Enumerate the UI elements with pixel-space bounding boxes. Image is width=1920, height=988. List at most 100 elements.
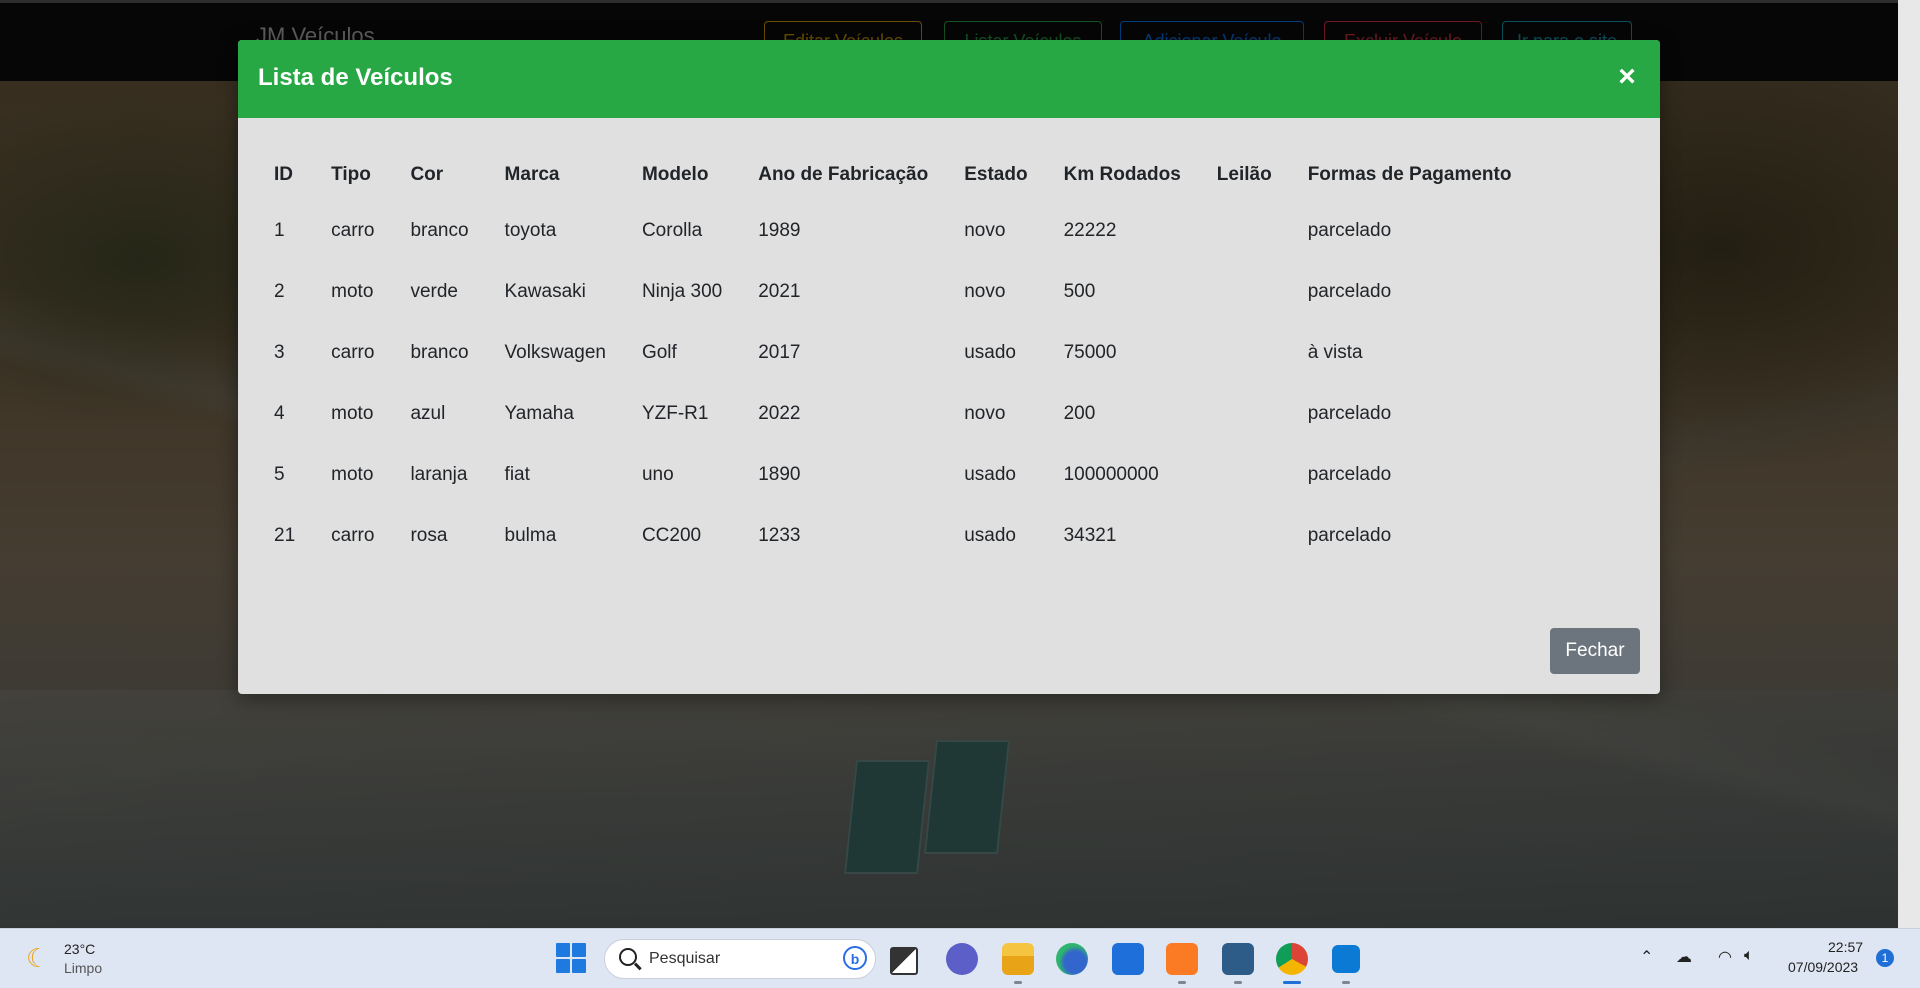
column-header-leilao: Leilão: [1216, 164, 1272, 185]
fechar-button[interactable]: Fechar: [1550, 628, 1640, 674]
column-header-tipo: Tipo: [331, 164, 371, 185]
cell-leilao: [1199, 383, 1290, 444]
vehicle-list-modal: Lista de Veículos × ID Tipo Cor Marca Mo…: [238, 40, 1660, 694]
cell-km: 22222: [1063, 219, 1117, 241]
cell-marca: Yamaha: [504, 402, 574, 424]
cell-modelo: Ninja 300: [641, 280, 723, 302]
edge-icon[interactable]: [1056, 943, 1088, 975]
cell-cor: branco: [410, 219, 469, 241]
cell-pagamento: parcelado: [1307, 402, 1392, 424]
clock-time[interactable]: 22:57: [1828, 939, 1863, 955]
cell-modelo: Corolla: [641, 219, 703, 241]
file-explorer-icon[interactable]: [1002, 943, 1034, 975]
cell-pagamento: parcelado: [1307, 463, 1392, 485]
chevron-up-icon[interactable]: ⌃: [1640, 947, 1653, 967]
cell-marca: Volkswagen: [504, 341, 606, 363]
cell-pagamento: parcelado: [1307, 219, 1392, 241]
column-header-ano: Ano de Fabricação: [758, 164, 929, 185]
column-header-modelo: Modelo: [641, 164, 709, 185]
xampp-icon[interactable]: [1166, 943, 1198, 975]
cell-tipo: carro: [331, 219, 375, 241]
mysql-workbench-icon[interactable]: [1222, 943, 1254, 975]
table-row: 3 carro branco Volkswagen Golf 2017 usad…: [254, 322, 1529, 383]
modal-title: Lista de Veículos: [258, 64, 453, 91]
cell-id: 1: [274, 219, 285, 241]
cell-modelo: YZF-R1: [641, 402, 709, 424]
task-view-icon[interactable]: [890, 947, 918, 975]
cell-tipo: moto: [331, 463, 374, 485]
cell-estado: novo: [964, 280, 1006, 302]
teams-icon[interactable]: [946, 943, 978, 975]
cell-pagamento: parcelado: [1307, 280, 1392, 302]
cell-leilao: [1199, 322, 1290, 383]
cell-id: 3: [274, 341, 285, 363]
cell-marca: fiat: [504, 463, 530, 485]
table-row: 4 moto azul Yamaha YZF-R1 2022 novo 200 …: [254, 383, 1529, 444]
onedrive-icon[interactable]: ☁: [1676, 947, 1692, 967]
cell-id: 21: [274, 524, 296, 546]
cell-leilao: [1199, 505, 1290, 566]
weather-condition: Limpo: [64, 960, 103, 976]
cell-modelo: uno: [641, 463, 674, 485]
cell-estado: usado: [964, 463, 1017, 485]
cell-estado: novo: [964, 402, 1006, 424]
cell-leilao: [1199, 261, 1290, 322]
column-header-km: Km Rodados: [1063, 164, 1181, 185]
cell-marca: Kawasaki: [504, 280, 586, 302]
cell-id: 5: [274, 463, 285, 485]
cell-pagamento: à vista: [1307, 341, 1363, 363]
table-row: 5 moto laranja fiat uno 1890 usado 10000…: [254, 444, 1529, 505]
cell-leilao: [1199, 444, 1290, 505]
search-placeholder: Pesquisar: [649, 950, 721, 967]
cell-cor: verde: [410, 280, 458, 302]
cell-pagamento: parcelado: [1307, 524, 1392, 546]
table-row: 1 carro branco toyota Corolla 1989 novo …: [254, 200, 1529, 261]
cell-km: 500: [1063, 280, 1096, 302]
cell-estado: usado: [964, 341, 1017, 363]
weather-temperature: 23°C: [64, 941, 96, 957]
page-scrollbar[interactable]: [1898, 0, 1920, 928]
moon-icon: ☾: [26, 943, 50, 973]
column-header-id: ID: [274, 164, 293, 185]
cell-ano: 2021: [758, 280, 801, 302]
store-icon[interactable]: [1112, 943, 1144, 975]
cell-modelo: Golf: [641, 341, 677, 363]
cell-marca: toyota: [504, 219, 557, 241]
cell-ano: 1890: [758, 463, 801, 485]
close-icon[interactable]: ×: [1612, 60, 1642, 94]
clock-date[interactable]: 07/09/2023: [1788, 959, 1858, 975]
cell-tipo: moto: [331, 280, 374, 302]
cell-estado: novo: [964, 219, 1006, 241]
cell-estado: usado: [964, 524, 1017, 546]
cell-cor: branco: [410, 341, 469, 363]
cell-cor: laranja: [410, 463, 468, 485]
cell-id: 2: [274, 280, 285, 302]
chrome-icon[interactable]: [1276, 943, 1308, 975]
cell-ano: 2022: [758, 402, 801, 424]
bing-icon[interactable]: b: [843, 946, 867, 970]
active-app-indicator: [1283, 981, 1301, 984]
table-row: 21 carro rosa bulma CC200 1233 usado 343…: [254, 505, 1529, 566]
taskbar-search-input[interactable]: Pesquisar b: [604, 939, 876, 979]
windows-taskbar: ☾ 23°C Limpo Pesquisar b ⌃ ☁ ◠ 🔈︎ 22:57 …: [0, 928, 1920, 988]
cell-tipo: moto: [331, 402, 374, 424]
wifi-icon[interactable]: ◠: [1718, 947, 1732, 967]
table-row: 2 moto verde Kawasaki Ninja 300 2021 nov…: [254, 261, 1529, 322]
column-header-estado: Estado: [964, 164, 1028, 185]
notification-badge[interactable]: 1: [1876, 949, 1894, 967]
windows-start-icon[interactable]: [556, 943, 586, 973]
running-indicator: [1014, 981, 1022, 984]
modal-header: Lista de Veículos ×: [238, 40, 1660, 118]
cell-modelo: CC200: [641, 524, 702, 546]
running-indicator: [1342, 981, 1350, 984]
vscode-icon[interactable]: [1332, 945, 1360, 973]
cell-ano: 1989: [758, 219, 801, 241]
cell-cor: azul: [410, 402, 446, 424]
running-indicator: [1234, 981, 1242, 984]
vehicle-table: ID Tipo Cor Marca Modelo Ano de Fabricaç…: [254, 150, 1529, 566]
running-indicator: [1178, 981, 1186, 984]
cell-leilao: [1199, 200, 1290, 261]
cell-marca: bulma: [504, 524, 557, 546]
speaker-icon[interactable]: 🔈︎: [1744, 947, 1754, 965]
search-icon: [619, 948, 637, 966]
